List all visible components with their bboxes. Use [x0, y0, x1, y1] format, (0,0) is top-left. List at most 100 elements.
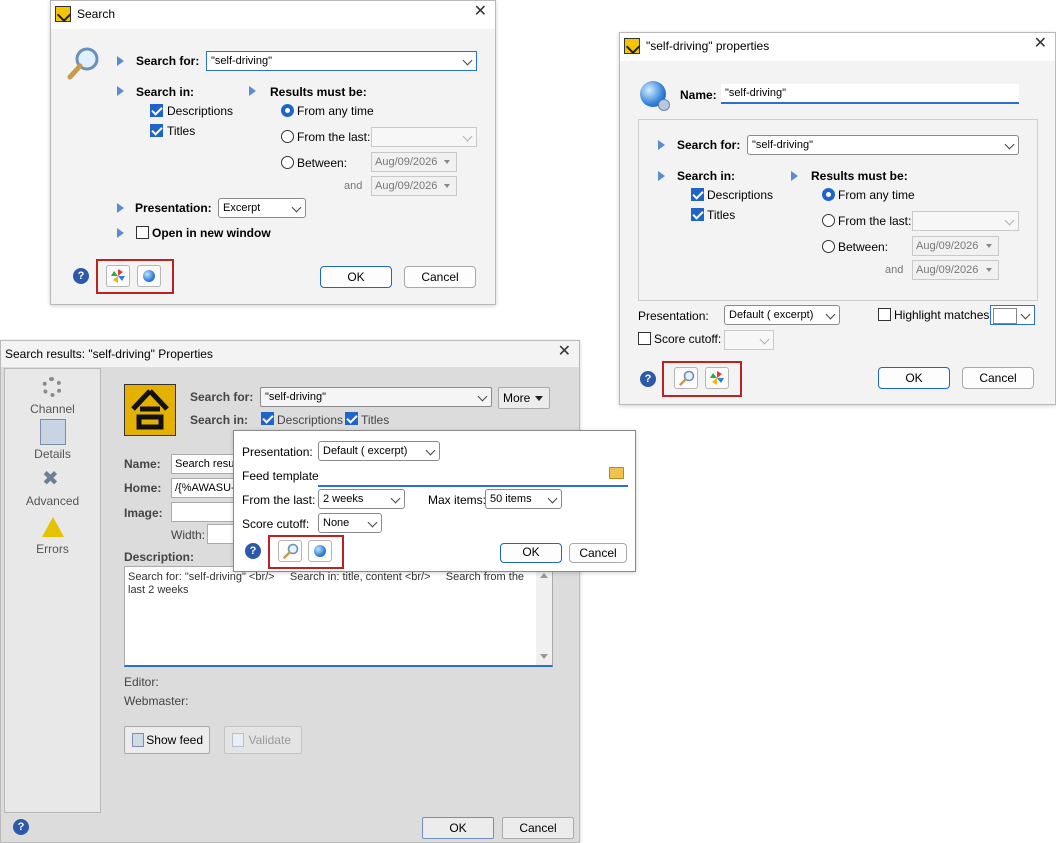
search-button[interactable] [278, 540, 302, 562]
ok-button[interactable]: OK [320, 266, 392, 288]
presentation-select[interactable]: Excerpt [218, 198, 306, 218]
chevron-down-icon [1004, 139, 1015, 150]
search-for-label: Search for: [136, 54, 200, 68]
description-textarea[interactable]: Search for: "self-driving" <br/> Search … [124, 566, 553, 667]
home-input[interactable]: /{%AWASU- [171, 478, 241, 498]
between-start-date[interactable]: Aug/09/2026 [371, 152, 457, 172]
from-the-last-select[interactable] [371, 127, 477, 147]
search-button[interactable] [674, 367, 698, 389]
from-the-last-radio[interactable] [281, 130, 294, 143]
open-new-window-checkbox[interactable] [136, 226, 149, 239]
feed-template-label: Feed template: [242, 469, 323, 483]
descriptions-checkbox[interactable] [261, 412, 274, 425]
between-start-date[interactable]: Aug/09/2026 [912, 236, 999, 256]
cancel-button[interactable]: Cancel [569, 543, 627, 563]
more-label: More [503, 391, 531, 405]
from-the-last-select[interactable] [912, 211, 1019, 231]
titles-checkbox[interactable] [150, 124, 163, 137]
cancel-button[interactable]: Cancel [962, 367, 1034, 389]
scroll-down-icon[interactable] [540, 654, 548, 659]
from-the-last-radio[interactable] [822, 214, 835, 227]
from-any-time-label: From any time [838, 188, 915, 202]
sidebar-item-channel[interactable]: Channel [5, 373, 100, 417]
from-any-time-radio[interactable] [281, 104, 294, 117]
scrollbar[interactable] [536, 567, 552, 665]
app-icon [624, 38, 640, 54]
properties-dialog-titlebar[interactable]: "self-driving" properties ✕ [620, 33, 1055, 61]
search-for-input[interactable]: "self-driving" [260, 387, 492, 407]
sidebar-item-errors[interactable]: Errors [5, 515, 100, 559]
ok-button[interactable]: OK [500, 543, 562, 563]
score-cutoff-label: Score cutoff: [242, 517, 310, 531]
expand-arrow-icon [117, 56, 124, 66]
close-icon[interactable]: ✕ [558, 344, 571, 360]
search-for-input[interactable]: "self-driving" [206, 51, 477, 71]
and-label: and [885, 264, 904, 276]
date-dropdown-icon [444, 184, 450, 188]
sidebar-item-details[interactable]: Details [5, 419, 100, 463]
help-icon[interactable]: ? [73, 268, 89, 284]
globe-button[interactable] [308, 540, 332, 562]
scroll-up-icon[interactable] [540, 573, 548, 578]
home-label: Home: [124, 481, 162, 495]
cancel-button[interactable]: Cancel [502, 817, 574, 839]
more-button[interactable]: More [498, 387, 550, 409]
home-value: /{%AWASU- [175, 482, 235, 494]
search-for-input[interactable]: "self-driving" [747, 135, 1019, 155]
between-end-date[interactable]: Aug/09/2026 [912, 260, 999, 280]
descriptions-checkbox[interactable] [691, 188, 704, 201]
show-feed-button[interactable]: Show feed [124, 726, 210, 754]
results-dialog-title: Search results: "self-driving" Propertie… [5, 347, 213, 361]
chevron-down-icon [462, 131, 473, 142]
score-cutoff-checkbox[interactable] [638, 332, 651, 345]
close-icon[interactable]: ✕ [1034, 36, 1047, 52]
titles-label: Titles [707, 208, 736, 222]
score-cutoff-select[interactable]: None [318, 513, 382, 533]
sidebar-item-advanced[interactable]: ✖ Advanced [5, 467, 100, 511]
name-input[interactable]: Search result [171, 454, 241, 474]
score-cutoff-value: None [323, 517, 350, 529]
presentation-value: Default ( excerpt) [323, 445, 408, 457]
name-input[interactable]: "self-driving" [721, 84, 1019, 104]
descriptions-checkbox[interactable] [150, 104, 163, 117]
presentation-select[interactable]: Default ( excerpt) [318, 441, 440, 461]
highlight-color-picker[interactable] [990, 305, 1035, 325]
between-end-date[interactable]: Aug/09/2026 [371, 176, 457, 196]
pinwheel-button[interactable] [106, 265, 130, 287]
presentation-select[interactable]: Default ( excerpt) [724, 305, 840, 325]
presentation-label: Presentation: [638, 309, 709, 323]
max-items-select[interactable]: 50 items [485, 489, 562, 509]
ok-button[interactable]: OK [422, 817, 494, 839]
app-icon [55, 6, 71, 22]
between-label: Between: [838, 240, 889, 254]
titles-checkbox[interactable] [345, 412, 358, 425]
ok-button[interactable]: OK [878, 367, 950, 389]
help-icon[interactable]: ? [640, 371, 656, 387]
feed-template-input[interactable] [318, 465, 628, 487]
from-the-last-label: From the last: [297, 130, 371, 144]
from-any-time-radio[interactable] [822, 188, 835, 201]
search-dialog-titlebar[interactable]: Search ✕ [51, 1, 495, 29]
pinwheel-button[interactable] [705, 367, 729, 389]
image-input[interactable] [171, 502, 241, 522]
chevron-down-icon [291, 202, 302, 213]
results-properties-dialog: Search results: "self-driving" Propertie… [0, 340, 580, 843]
help-icon[interactable]: ? [13, 819, 29, 835]
results-dialog-titlebar[interactable]: Search results: "self-driving" Propertie… [1, 341, 579, 367]
from-the-last-select[interactable]: 2 weeks [318, 489, 405, 509]
close-icon[interactable]: ✕ [474, 4, 487, 20]
between-radio[interactable] [281, 156, 294, 169]
score-cutoff-select[interactable] [724, 330, 774, 350]
search-dialog-title: Search [77, 7, 116, 21]
globe-button[interactable] [137, 265, 161, 287]
help-icon[interactable]: ? [245, 543, 261, 559]
chevron-down-icon [825, 309, 836, 320]
from-the-last-label: From the last: [838, 214, 912, 228]
titles-checkbox[interactable] [691, 208, 704, 221]
validate-button[interactable]: Validate [224, 726, 302, 754]
highlight-matches-checkbox[interactable] [878, 308, 891, 321]
between-radio[interactable] [822, 240, 835, 253]
cancel-button[interactable]: Cancel [404, 266, 476, 288]
folder-icon[interactable] [609, 467, 624, 479]
gear-icon [42, 377, 62, 397]
